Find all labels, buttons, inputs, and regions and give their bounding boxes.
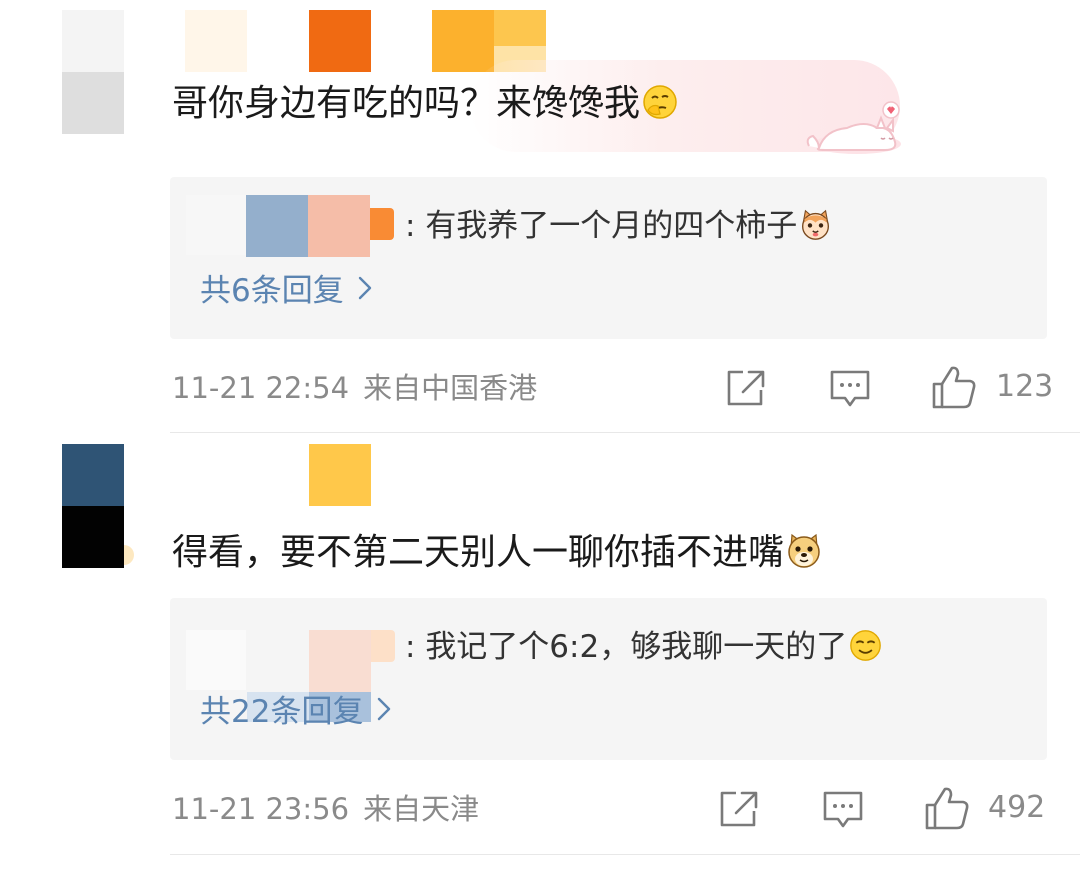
comment-text: 哥你身边有吃的吗？来馋馋我 (172, 82, 678, 126)
sleeping-cat-sticker (806, 101, 901, 154)
like-thumb-icon[interactable] (924, 785, 970, 831)
share-icon[interactable] (718, 789, 760, 829)
view-replies-link[interactable]: 共6条回复 (200, 271, 372, 311)
comment-item: 哥你身边有吃的吗？来馋馋我 : 有我养了一个月的四个柿子 共6条回复 11-21… (0, 0, 1080, 433)
comment-icon[interactable] (822, 789, 864, 831)
comment-meta: 11-21 23:56 来自天津 (172, 791, 479, 827)
weibo-comment-list: 哥你身边有吃的吗？来馋馋我 : 有我养了一个月的四个柿子 共6条回复 11-21… (0, 0, 1080, 876)
like-count: 123 (996, 369, 1054, 404)
reply-preview-box[interactable] (170, 177, 1047, 339)
comment-item: 得看，要不第二天别人一聊你插不进嘴 : 我记了个6:2，够我聊一天的了 共22条… (0, 433, 1080, 876)
cat-face-emoji (802, 209, 830, 240)
reply-preview-text[interactable]: : 我记了个6:2，够我聊一天的了 (405, 627, 882, 667)
comment-divider (170, 854, 1080, 855)
reply-preview-box[interactable] (170, 598, 1047, 760)
comment-text: 得看，要不第二天别人一聊你插不进嘴 (172, 531, 822, 575)
share-icon[interactable] (725, 368, 767, 408)
like-thumb-icon[interactable] (931, 364, 977, 410)
ip-location: 来自天津 (363, 792, 480, 826)
timestamp: 11-21 23:56 (172, 792, 350, 826)
ip-location: 来自中国香港 (363, 371, 538, 405)
reply-preview-text[interactable]: : 有我养了一个月的四个柿子 (405, 206, 832, 246)
smug-face-emoji (850, 630, 882, 661)
timestamp: 11-21 22:54 (172, 371, 350, 405)
like-count: 492 (988, 790, 1046, 825)
doge-emoji (788, 533, 820, 568)
comment-icon[interactable] (829, 368, 871, 410)
thinking-face-emoji (643, 85, 677, 119)
chevron-right-icon (378, 697, 391, 721)
view-replies-link[interactable]: 共22条回复 (200, 692, 391, 732)
comment-meta: 11-21 22:54 来自中国香港 (172, 370, 537, 406)
chevron-right-icon (358, 276, 371, 300)
